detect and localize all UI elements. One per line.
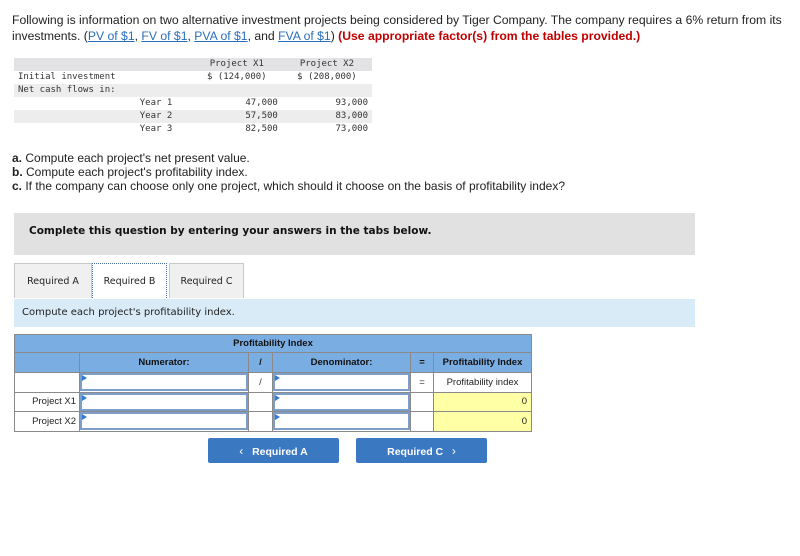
- prev-required-a-button[interactable]: ‹ Required A: [208, 438, 339, 463]
- pva-table-link[interactable]: PVA of $1: [194, 29, 247, 43]
- project-x2-denominator-input[interactable]: [273, 412, 410, 431]
- project-x1-denominator-input[interactable]: [273, 392, 410, 411]
- header-project-x1: Project X1: [191, 58, 282, 71]
- table-row: Initial investment $ (124,000) $ (208,00…: [18, 72, 357, 82]
- header-project-x2: Project X2: [281, 58, 372, 71]
- table-header-row: Numerator: / Denominator: = Profitabilit…: [14, 352, 532, 373]
- table-row: Project X2 0: [14, 411, 532, 432]
- question-c: c. If the company can choose only one pr…: [12, 179, 566, 193]
- formula-numerator-input[interactable]: [80, 373, 248, 392]
- row-label: Project X2: [14, 411, 80, 432]
- formula-result-label: Profitability index: [433, 372, 532, 393]
- question-b: b. Compute each project's profitability …: [12, 165, 248, 179]
- chevron-left-icon: ‹: [239, 443, 244, 458]
- question-a: a. Compute each project's net present va…: [12, 151, 250, 165]
- instructions-banner: Complete this question by entering your …: [14, 213, 695, 255]
- denominator-header: Denominator:: [272, 352, 411, 373]
- project-x2-pi-result: 0: [433, 411, 532, 432]
- numerator-header: Numerator:: [79, 352, 249, 373]
- pv-table-link[interactable]: PV of $1: [88, 29, 135, 43]
- tab-required-a[interactable]: Required A: [14, 263, 92, 298]
- equals-header: =: [410, 352, 434, 373]
- chevron-right-icon: ›: [451, 443, 456, 458]
- tab-instruction: Compute each project's profitability ind…: [14, 299, 695, 327]
- next-required-c-button[interactable]: Required C ›: [356, 438, 487, 463]
- table-title-row: Profitability Index: [14, 334, 532, 353]
- tab-required-b[interactable]: Required B: [92, 263, 167, 300]
- project-x2-numerator-input[interactable]: [80, 412, 248, 431]
- table-row: Net cash flows in:: [14, 84, 372, 97]
- profitability-index-table: Profitability Index Numerator: / Denomin…: [14, 334, 532, 432]
- factor-instruction: (Use appropriate factor(s) from the tabl…: [338, 29, 641, 43]
- table-row: Year 2 57,500 83,000: [14, 110, 372, 123]
- investment-data-table: Project X1 Project X2 Initial investment…: [14, 58, 372, 136]
- fv-table-link[interactable]: FV of $1: [141, 29, 187, 43]
- question-list: a. Compute each project's net present va…: [12, 151, 565, 193]
- table-row: Project X1 0: [14, 391, 532, 412]
- project-x1-pi-result: 0: [433, 391, 532, 412]
- fva-table-link[interactable]: FVA of $1: [278, 29, 331, 43]
- divide-header: /: [248, 352, 273, 373]
- formula-row: / = Profitability index: [14, 372, 532, 393]
- table-row: Year 1 47,000 93,000: [139, 98, 368, 108]
- problem-intro: Following is information on two alternat…: [12, 13, 782, 43]
- result-header: Profitability Index: [433, 352, 532, 373]
- table-row: Year 3 82,500 73,000: [139, 124, 368, 134]
- row-label: Project X1: [14, 391, 80, 412]
- formula-denominator-input[interactable]: [273, 373, 410, 392]
- table-title: Profitability Index: [14, 334, 532, 353]
- table-header-row: Project X1 Project X2: [14, 58, 372, 71]
- project-x1-numerator-input[interactable]: [80, 392, 248, 411]
- tab-required-c[interactable]: Required C: [169, 263, 244, 298]
